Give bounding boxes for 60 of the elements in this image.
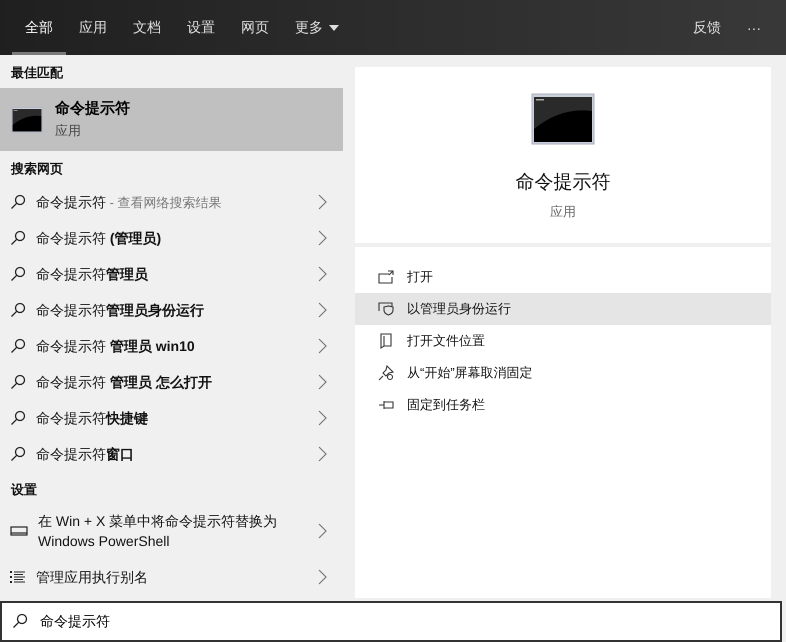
best-match-item[interactable]: 命令提示符 应用 (0, 88, 343, 151)
monitor-icon (10, 525, 28, 537)
category-tab[interactable]: 更多 (282, 0, 352, 55)
settings-item[interactable]: 在 Win + X 菜单中将命令提示符替换为 Windows PowerShell (38, 511, 288, 551)
open-window-icon (378, 270, 394, 284)
app-name: 命令提示符 (516, 171, 610, 195)
category-tab[interactable]: 设置 (174, 0, 228, 55)
web-suggestion[interactable]: 命令提示符管理员身份运行 (36, 300, 308, 320)
web-suggestion[interactable]: 命令提示符管理员 (36, 264, 308, 284)
file-icon (380, 333, 392, 349)
web-suggestion[interactable]: 命令提示符 管理员 怎么打开 (36, 372, 308, 392)
app-type: 应用 (550, 203, 576, 221)
list-icon (10, 570, 26, 584)
feedback-button[interactable]: 反馈 (680, 0, 734, 55)
chevron-icon (318, 446, 327, 462)
search-icon (10, 230, 26, 246)
search-icon (10, 374, 26, 390)
search-icon (10, 338, 26, 354)
terminal-icon (531, 93, 595, 145)
more-options-button[interactable]: ··· (734, 0, 774, 55)
search-icon (10, 446, 26, 462)
search-icon (10, 194, 26, 210)
section-heading: 设置 (10, 481, 38, 499)
chevron-icon (318, 410, 327, 426)
category-tab[interactable]: 文档 (120, 0, 174, 55)
app-type: 应用 (55, 122, 82, 140)
web-suggestion[interactable]: 命令提示符 管理员 win10 (36, 336, 308, 356)
category-tab[interactable]: 应用 (66, 0, 120, 55)
search-icon (10, 266, 26, 282)
chevron-icon (318, 569, 327, 585)
action-item[interactable]: 从“开始”屏幕取消固定 (355, 357, 771, 389)
chevron-icon (318, 302, 327, 318)
search-icon (12, 613, 28, 629)
terminal-icon (11, 106, 43, 132)
shield-icon (378, 302, 394, 316)
chevron-icon (318, 230, 327, 246)
category-tab[interactable]: 网页 (228, 0, 282, 55)
settings-item[interactable]: 管理应用执行别名 (36, 567, 286, 587)
web-suggestion[interactable]: 命令提示符快捷键 (36, 408, 308, 428)
action-item[interactable]: 打开文件位置 (355, 325, 771, 357)
search-icon (10, 302, 26, 318)
unpin-icon (378, 365, 394, 381)
web-suggestion[interactable]: 命令提示符窗口 (36, 444, 308, 464)
search-field[interactable]: 命令提示符 (0, 601, 782, 642)
section-heading: 搜索网页 (10, 160, 64, 178)
section-heading: 最佳匹配 (10, 64, 64, 82)
chevron-icon (318, 523, 327, 539)
web-suggestion[interactable]: 命令提示符 - 查看网络搜索结果 (36, 192, 308, 212)
chevron-icon (318, 338, 327, 354)
web-suggestion[interactable]: 命令提示符 (管理员) (36, 228, 308, 248)
action-item[interactable]: 固定到任务栏 (355, 389, 771, 421)
chevron-icon (318, 374, 327, 390)
pin-icon (378, 399, 394, 411)
category-tab[interactable]: 全部 (12, 0, 66, 55)
action-item[interactable]: 以管理员身份运行 (355, 293, 771, 325)
chevron-icon (318, 266, 327, 282)
chevron-icon (318, 194, 327, 210)
app-name: 命令提示符 (55, 99, 130, 118)
search-icon (10, 410, 26, 426)
action-item[interactable]: 打开 (355, 261, 771, 293)
